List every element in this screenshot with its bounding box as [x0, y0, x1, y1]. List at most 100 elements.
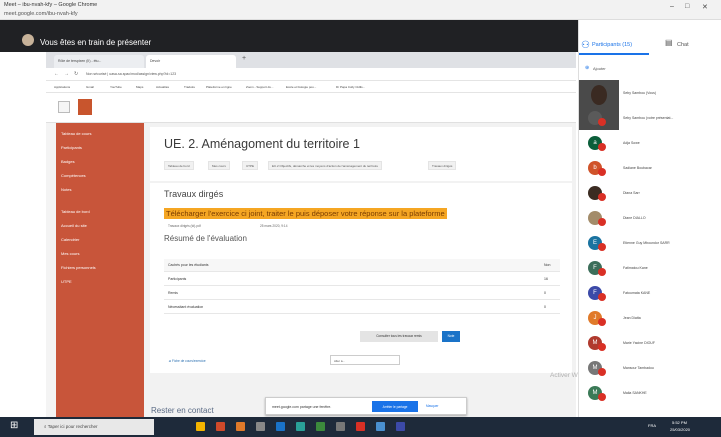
sidebar-item[interactable]: Compétences [61, 173, 86, 178]
tab-participants[interactable]: Participants (15) [592, 42, 632, 48]
participant-row[interactable]: Seby Sambou (votre présentat... [579, 109, 721, 128]
bookmark-item[interactable]: Plateforme en ligne [206, 85, 232, 89]
presenting-label: Vous êtes en train de présenter [40, 38, 152, 47]
taskbar-app-icon[interactable] [316, 422, 325, 431]
grade-button[interactable]: Note [442, 331, 460, 342]
bookmark-item[interactable]: Ecole et biologie pou... [286, 85, 316, 89]
close-icon[interactable]: ✕ [702, 3, 708, 11]
back-icon[interactable]: ← [54, 71, 59, 77]
window-url[interactable]: meet.google.com/ibu-nvah-kfy [4, 11, 78, 17]
taskbar-search[interactable]: ⌕ Taper ici pour rechercher [34, 419, 154, 435]
taskbar-app-icon[interactable] [256, 422, 265, 431]
sidebar-item[interactable]: Mes cours [61, 251, 79, 256]
breadcrumb-item[interactable]: EC.2 Objectifs, démarche et les moyens d… [268, 161, 383, 170]
participant-name: Diana Sarr [623, 191, 640, 195]
participant-row[interactable]: a Adja Sowe [579, 134, 721, 153]
participant-row[interactable]: J Jean Diatta [579, 309, 721, 328]
participant-name: Marie Yacine DIOUF [623, 341, 655, 345]
participant-row[interactable]: Diane DIALLO [579, 209, 721, 228]
windows-start-icon[interactable]: ⊞ [10, 420, 18, 431]
breadcrumb-item[interactable]: UTPE [242, 161, 259, 170]
mic-muted-icon [598, 118, 606, 126]
bookmark-item[interactable]: Gmail [86, 85, 94, 89]
sidebar-item[interactable]: Calendrier [61, 237, 79, 242]
sidebar-item[interactable]: Tableau de bord [61, 209, 90, 214]
participant-row[interactable]: Seby Sambou (Vous) [579, 84, 721, 103]
jump-to-select[interactable]: Aller à... [330, 355, 400, 365]
participant-name: Sadiane Boubacar [623, 166, 652, 170]
view-submissions-button[interactable]: Consulter tous les travaux remis [360, 331, 438, 342]
inner-addressbar[interactable]: ← → ↻ Non sécurisé | uasa-sa.spac/mod/as… [46, 68, 576, 81]
participant-row[interactable]: Diana Sarr [579, 184, 721, 203]
participant-name: Fatoumata KANE [623, 291, 651, 295]
taskbar-app-icon[interactable] [396, 422, 405, 431]
sidebar-item[interactable]: UTPE [61, 279, 72, 284]
sidebar-item[interactable]: Fichiers personnels [61, 265, 96, 270]
prev-activity-link[interactable]: ◄ Fiche de cours/exercice [168, 359, 206, 363]
participant-row[interactable]: M Mansour Tambadou [579, 359, 721, 378]
bookmark-item[interactable]: Zoom - Support du... [246, 85, 274, 89]
forward-icon[interactable]: → [64, 71, 69, 77]
taskbar-app-icon[interactable] [196, 422, 205, 431]
inner-tab[interactable]: Rôle de terspixen (II) - étu... [54, 55, 144, 68]
participant-name: Adja Sowe [623, 141, 640, 145]
bookmarks-bar: Applications Gmail YouTube Maps Actualités Tr… [46, 81, 576, 93]
participant-row[interactable]: M Marie Yacine DIOUF [579, 334, 721, 353]
course-header-card: UE. 2. Aménagoment du territoire 1 Table… [150, 127, 572, 181]
participant-name: Diane DIALLO [623, 216, 646, 220]
share-notification-text: meet.google.com partage une fenêtre. [272, 405, 332, 409]
contact-title: Rester en contact [151, 406, 214, 415]
attachment-date: 25 mars 2020, 9:14 [260, 224, 288, 228]
sidebar-item[interactable]: Participants [61, 145, 82, 150]
taskbar-app-icon[interactable] [216, 422, 225, 431]
breadcrumb-item[interactable]: Travaux dirigés [428, 161, 457, 170]
attachment-link[interactable]: Travaux dirigés (td).pdf [168, 224, 201, 228]
taskbar-app-icon[interactable] [276, 422, 285, 431]
participant-row[interactable]: E Etienne Guy Mboundor SARR [579, 234, 721, 253]
hamburger-icon[interactable] [58, 101, 70, 113]
bookmark-item[interactable]: Applications [54, 85, 70, 89]
bookmark-item[interactable]: Maps [136, 85, 143, 89]
hide-notification-button[interactable]: Masquer [426, 404, 438, 408]
section-title: Travaux dirgés [164, 189, 224, 199]
taskbar-app-icon[interactable] [336, 422, 345, 431]
sidebar-item[interactable]: Tableau de cours [61, 131, 91, 136]
maximize-icon[interactable]: □ [685, 3, 689, 10]
clock-date[interactable]: 25/03/2020 [670, 427, 690, 432]
add-person-icon[interactable]: ⊕ [585, 65, 589, 71]
participant-row[interactable]: F Fatimatou Kane [579, 259, 721, 278]
site-logo [78, 99, 92, 115]
sidebar-item[interactable]: Accueil du site [61, 223, 87, 228]
reload-icon[interactable]: ↻ [74, 71, 78, 77]
inner-tab[interactable]: Devoir [146, 55, 236, 68]
plus-icon[interactable]: + [242, 55, 246, 62]
language-indicator[interactable]: FRA [648, 423, 656, 428]
taskbar-app-icon[interactable] [236, 422, 245, 431]
breadcrumb-item[interactable]: Mes cours [208, 161, 230, 170]
stop-sharing-button[interactable]: Arrêter le partage [372, 401, 418, 412]
table-cell: 16 [544, 277, 548, 281]
breadcrumb-item[interactable]: Tableau de bord [164, 161, 194, 170]
bookmark-item[interactable]: YouTube [110, 85, 122, 89]
participant-name: Jean Diatta [623, 316, 641, 320]
taskbar-app-icon[interactable] [296, 422, 305, 431]
minimize-icon[interactable]: – [670, 3, 674, 10]
participant-row[interactable]: M Malia SANKHE [579, 384, 721, 403]
bookmark-item[interactable]: Dr Papa Colly Cidils... [336, 85, 365, 89]
tab-chat[interactable]: Chat [677, 42, 689, 48]
bookmark-item[interactable]: Traduire [184, 85, 195, 89]
meet-present-bar [0, 20, 578, 52]
sidebar-item[interactable]: Notes [61, 187, 71, 192]
sidebar-item[interactable]: Badges [61, 159, 75, 164]
table-cell: Nécessitant évaluation [168, 305, 204, 309]
participant-row[interactable]: F Fatoumata KANE [579, 284, 721, 303]
participant-row[interactable]: b Sadiane Boubacar [579, 159, 721, 178]
taskbar-app-icon[interactable] [356, 422, 365, 431]
taskbar-app-icon[interactable] [376, 422, 385, 431]
add-participant-button[interactable]: Ajouter [593, 66, 606, 71]
inner-url[interactable]: Non sécurisé | uasa-sa.spac/mod/assign/v… [86, 72, 176, 76]
windows-taskbar: ⊞ ⌕ Taper ici pour rechercher FRA 5:52 P… [0, 417, 721, 437]
summary-title: Résumé de l'évaluation [164, 234, 247, 243]
bookmark-item[interactable]: Actualités [156, 85, 169, 89]
clock-time[interactable]: 5:52 PM [672, 420, 687, 425]
